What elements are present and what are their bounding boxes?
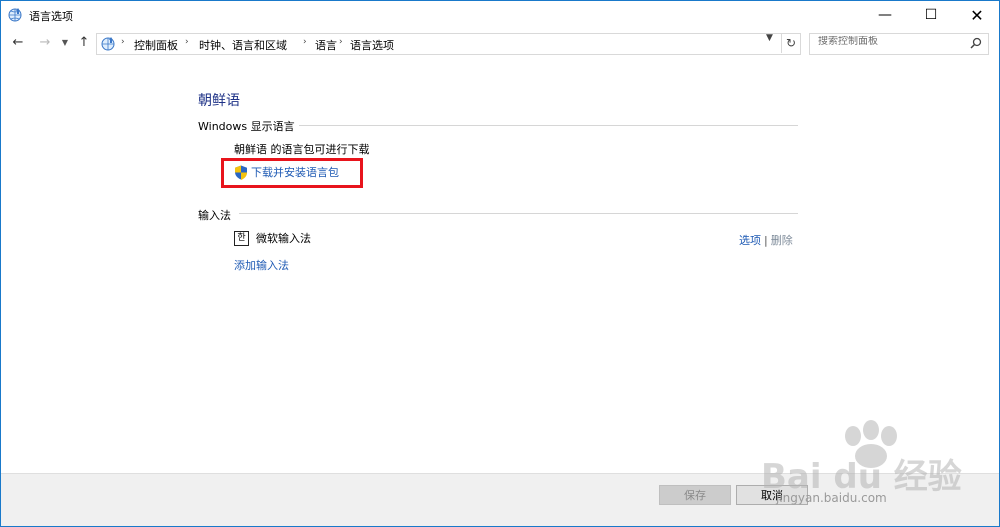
add-ime-link[interactable]: 添加输入法: [234, 257, 289, 273]
recent-locations-chevron-icon[interactable]: ▼: [59, 35, 71, 51]
display-language-section-label: Windows 显示语言: [198, 120, 295, 133]
ime-list-item: 한 微软输入法: [234, 230, 311, 246]
arrow-right-icon[interactable]: →: [36, 35, 54, 51]
search-box[interactable]: [809, 33, 989, 55]
ime-section-label: 输入法: [198, 209, 231, 222]
maximize-button[interactable]: ☐: [908, 1, 954, 29]
window-title: 语言选项: [29, 10, 73, 23]
ime-options-link[interactable]: 选项: [739, 234, 761, 247]
address-history-chevron-icon[interactable]: ▼: [766, 33, 773, 43]
breadcrumb-separator-icon: ›: [303, 37, 307, 47]
section-divider: [299, 125, 798, 126]
breadcrumb-separator-icon: ›: [185, 37, 189, 47]
search-input[interactable]: [818, 36, 963, 47]
breadcrumb-language[interactable]: 语言: [315, 37, 337, 53]
title-bar: 语言选项 — ☐ ✕: [1, 1, 999, 29]
highlight-annotation-box: [221, 158, 363, 188]
globe-language-icon: [8, 8, 22, 22]
watermark-url: jingyan.baidu.com: [776, 491, 887, 505]
address-bar[interactable]: › 控制面板 › 时钟、语言和区域 › 语言 › 语言选项: [96, 33, 801, 55]
ime-name: 微软输入法: [256, 232, 311, 245]
refresh-icon[interactable]: ↻: [781, 33, 800, 53]
language-title: 朝鲜语: [198, 93, 240, 109]
breadcrumb-separator-icon: ›: [339, 37, 343, 47]
arrow-up-icon[interactable]: ↑: [75, 35, 93, 51]
close-button[interactable]: ✕: [954, 1, 999, 29]
korean-ime-icon: 한: [234, 230, 249, 246]
breadcrumb-separator-icon: ›: [121, 37, 125, 47]
ime-action-separator: |: [764, 234, 768, 247]
ime-actions: 选项 | 删除: [739, 232, 793, 248]
section-divider: [239, 213, 798, 214]
control-panel-icon: [101, 37, 115, 51]
breadcrumb-clock-language-region[interactable]: 时钟、语言和区域: [199, 37, 287, 53]
language-pack-status: 朝鲜语 的语言包可进行下载: [234, 143, 370, 156]
arrow-left-icon[interactable]: ←: [9, 35, 27, 51]
language-options-window: 语言选项 — ☐ ✕ ← → ▼ ↑ › 控制面板 › 时钟、语言和区域 › 语…: [0, 0, 1000, 527]
ime-delete-link: 删除: [770, 234, 793, 247]
save-button: 保存: [659, 485, 731, 505]
breadcrumb-control-panel[interactable]: 控制面板: [134, 37, 178, 53]
search-icon[interactable]: [970, 37, 982, 49]
breadcrumb-language-options[interactable]: 语言选项: [350, 37, 394, 53]
minimize-button[interactable]: —: [862, 1, 908, 29]
